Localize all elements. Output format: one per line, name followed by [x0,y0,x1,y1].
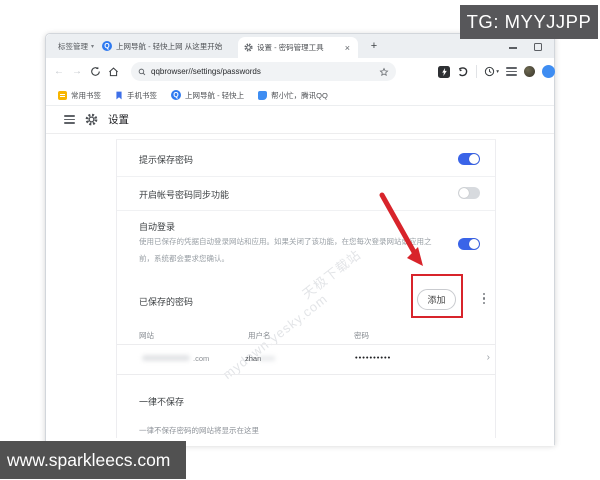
tab-settings[interactable]: 设置 - 密码管理工具 × [238,37,358,58]
password-dots: •••••••••• [355,353,392,362]
tab-close-icon[interactable]: × [343,43,352,53]
qq-browser-icon: Q [102,41,112,51]
settings-menu-icon[interactable] [64,114,75,125]
qq-sidebar-icon[interactable] [542,65,555,78]
page-title: 设置 [108,114,129,126]
bookmark-folder-common[interactable]: 常用书签 [58,90,101,101]
qq-icon [258,90,268,100]
annotation-highlight-rect [411,274,463,318]
blurred-user-text [259,356,275,361]
save-prompt-label: 提示保存密码 [139,155,194,165]
qq-browser-icon: Q [171,90,181,100]
gear-icon [244,43,253,52]
sync-toggle[interactable] [458,187,480,199]
auto-login-desc: 前，系统都会要求您确认。 [139,254,229,263]
bookmark-label: 手机书签 [127,90,157,100]
settings-content: 天极下载站 mydown.yesky.com 提示保存密码 开启帐号密码同步功能… [46,134,554,446]
gear-icon [85,113,98,126]
tab-title: 设置 - 密码管理工具 [257,43,324,52]
tab-title: 上网导航 - 轻快上网 从这里开始 [116,41,223,51]
toolbar-divider [476,65,478,78]
saved-passwords-label: 已保存的密码 [139,297,194,307]
forward-button[interactable]: → [68,66,86,77]
col-header-user: 用户名 [248,331,271,340]
bookmark-qq-help[interactable]: 帮小忙，腾讯QQ [258,90,328,101]
never-save-label: 一律不保存 [139,397,185,407]
auto-login-desc: 使用已保存的凭据自动登录网站和应用。如果关闭了该功能，在您每次登录网站或应用之 [139,237,432,246]
bookmark-star-icon[interactable] [379,67,389,77]
flash-lightning-icon[interactable] [438,65,451,78]
more-options-icon[interactable] [482,293,485,305]
watermark-bottom-left: www.sparkleecs.com [0,441,186,479]
browser-window: 标签管理 ▾ Q 上网导航 - 轻快上网 从这里开始 设置 - 密码管理工具 ×… [45,33,555,446]
site-cell: .com [193,354,210,363]
chevron-down-icon: ▾ [91,43,95,50]
minimize-button[interactable] [509,47,517,49]
tab-nav-home[interactable]: Q 上网导航 - 轻快上网 从这里开始 [102,34,234,58]
reload-button[interactable] [86,66,104,77]
bookmark-nav[interactable]: Q 上网导航 - 轻快上 [171,90,244,101]
chevron-down-icon: ▾ [496,68,499,75]
menu-icon[interactable] [506,66,517,77]
bookmarks-bar: 常用书签 手机书签 Q 上网导航 - 轻快上 帮小忙，腾讯QQ [46,85,554,106]
new-tab-button[interactable]: + [366,34,382,58]
bookmark-icon [115,91,123,100]
maximize-button[interactable] [534,43,542,51]
col-header-site: 网站 [139,331,154,340]
browser-toolbar: ← → qqbrowser//settings/passwords ▾ [46,58,555,85]
bookmark-folder-mobile[interactable]: 手机书签 [115,90,157,101]
settings-header: 设置 [46,106,554,134]
bookmark-label: 帮小忙，腾讯QQ [271,90,328,100]
tab-manager-menu[interactable]: 标签管理 ▾ [58,34,94,58]
address-bar[interactable]: qqbrowser//settings/passwords [131,62,396,81]
blurred-site-text [142,355,190,361]
bookmark-label: 上网导航 - 轻快上 [185,90,245,100]
col-header-pass: 密码 [354,331,369,340]
download-whirl-icon[interactable] [457,66,469,78]
watermark-top-right: TG: MYYJJPP [460,5,598,39]
chevron-right-icon[interactable]: › [487,352,490,363]
history-clock-icon[interactable]: ▾ [484,66,499,77]
search-icon [138,68,146,76]
folder-icon [58,90,67,100]
toolbar-right-icons: ▾ [438,58,555,85]
tab-manager-label: 标签管理 [58,41,88,51]
url-text: qqbrowser//settings/passwords [151,67,261,76]
save-prompt-toggle[interactable] [458,153,480,165]
bookmark-label: 常用书签 [71,90,101,100]
sync-label: 开启帐号密码同步功能 [139,190,230,200]
never-save-hint: 一律不保存密码的网站将显示在这里 [139,426,259,435]
profile-avatar[interactable] [524,66,535,77]
auto-login-title: 自动登录 [139,222,176,232]
back-button[interactable]: ← [50,66,68,77]
auto-login-toggle[interactable] [458,238,480,250]
home-button[interactable] [104,66,122,77]
screenshot-stage: 标签管理 ▾ Q 上网导航 - 轻快上网 从这里开始 设置 - 密码管理工具 ×… [0,0,600,480]
